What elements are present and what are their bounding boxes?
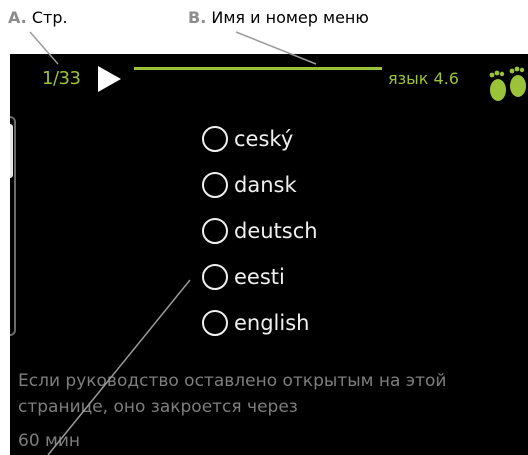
page-indicator: 1/33 (42, 68, 81, 89)
auto-close-timer: 60 мин (18, 431, 81, 451)
callout-b: B. Имя и номер меню (188, 8, 369, 27)
callout-b-letter: B. (188, 8, 207, 27)
callout-a: A. Стр. (8, 8, 68, 27)
radio-unselected-icon[interactable] (202, 218, 228, 244)
language-label: english (234, 311, 310, 335)
menu-title-underline (134, 67, 382, 70)
language-option-eesti[interactable]: eesti (202, 254, 318, 300)
language-option-cesky[interactable]: cеský (202, 116, 318, 162)
radio-unselected-icon[interactable] (202, 264, 228, 290)
language-option-deutsch[interactable]: deutsch (202, 208, 318, 254)
language-label: dansk (234, 173, 297, 197)
auto-close-info: Если руководство оставлено открытым на э… (18, 371, 447, 417)
language-label: deutsch (234, 219, 318, 243)
radio-unselected-icon[interactable] (202, 172, 228, 198)
radio-unselected-icon[interactable] (202, 126, 228, 152)
callout-a-text: Стр. (31, 8, 68, 27)
language-option-english[interactable]: english (202, 300, 318, 346)
language-label: eesti (234, 265, 285, 289)
right-arrow-icon[interactable] (96, 65, 122, 93)
language-label: cеský (234, 127, 294, 151)
scrollbar-thumb[interactable] (10, 124, 13, 178)
radio-unselected-icon[interactable] (202, 310, 228, 336)
language-option-dansk[interactable]: dansk (202, 162, 318, 208)
callout-b-text: Имя и номер меню (211, 8, 369, 27)
footprints-icon[interactable] (484, 64, 528, 106)
device-screen: 1/33 язык 4.6 cеský dansk deutsch eesti … (10, 54, 528, 455)
menu-title: язык 4.6 (388, 69, 459, 88)
language-list: cеský dansk deutsch eesti english (202, 116, 318, 346)
callout-a-letter: A. (8, 8, 27, 27)
scrollbar[interactable] (10, 116, 16, 336)
